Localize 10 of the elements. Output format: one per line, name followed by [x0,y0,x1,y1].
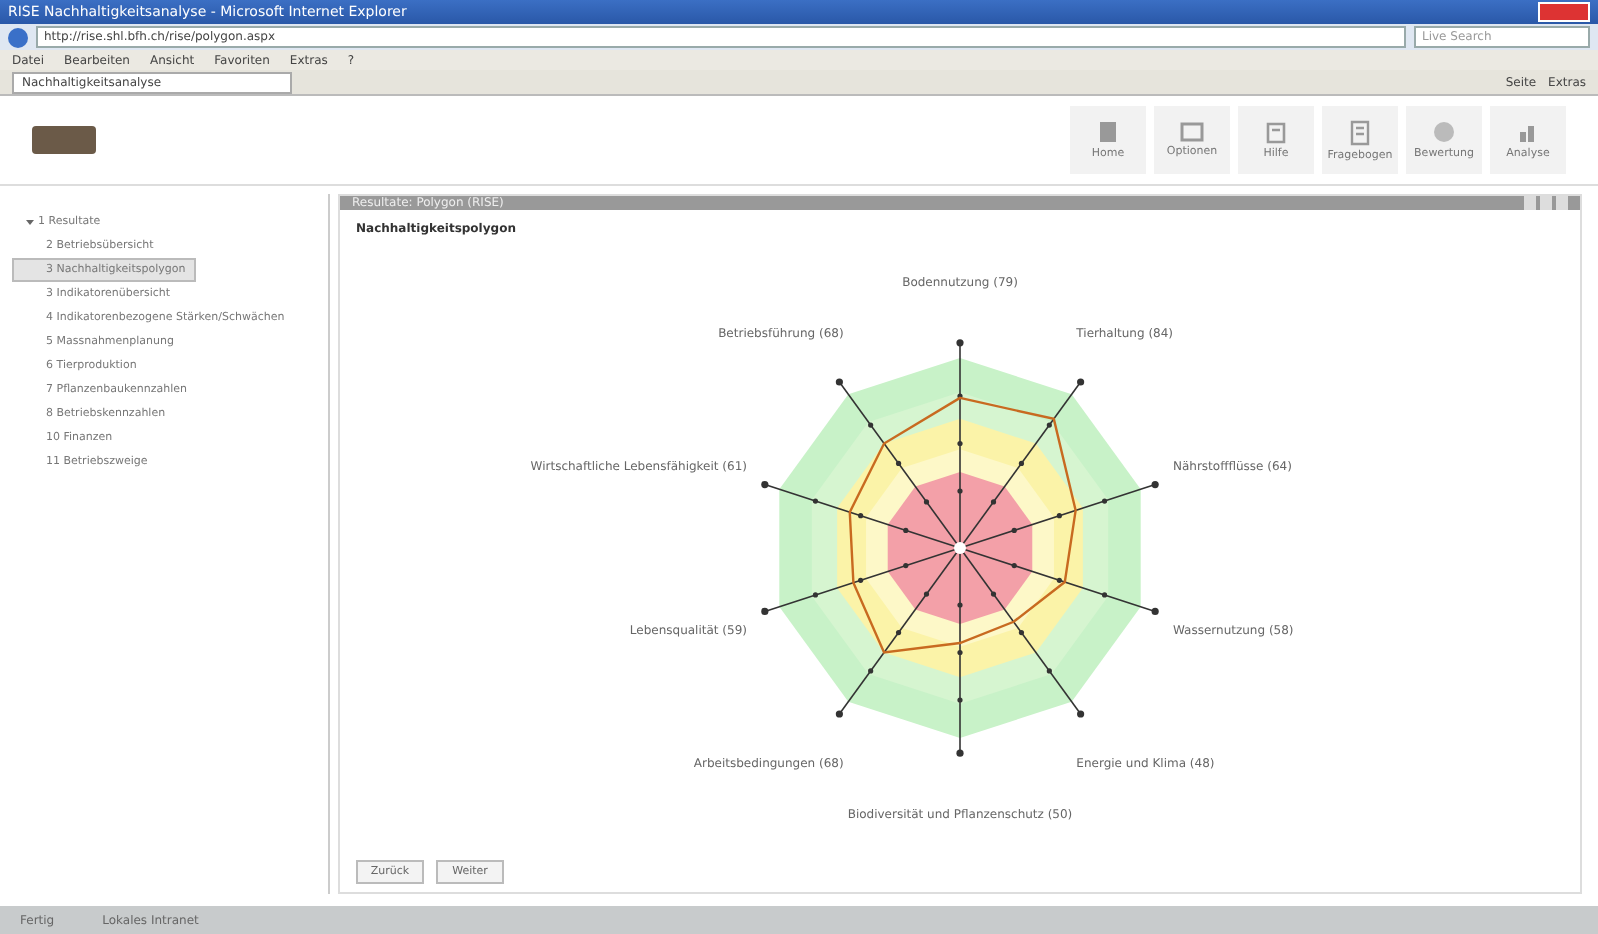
window-icon [1180,122,1204,142]
document-icon [1266,121,1286,143]
back-button[interactable] [8,27,28,47]
form-icon [1350,119,1370,145]
logo [32,126,96,154]
chart-icon [1517,120,1539,144]
caret-icon[interactable] [26,218,34,226]
window-controls[interactable] [1538,2,1590,22]
globe-icon [1432,120,1456,144]
stack-icon [1098,120,1118,144]
